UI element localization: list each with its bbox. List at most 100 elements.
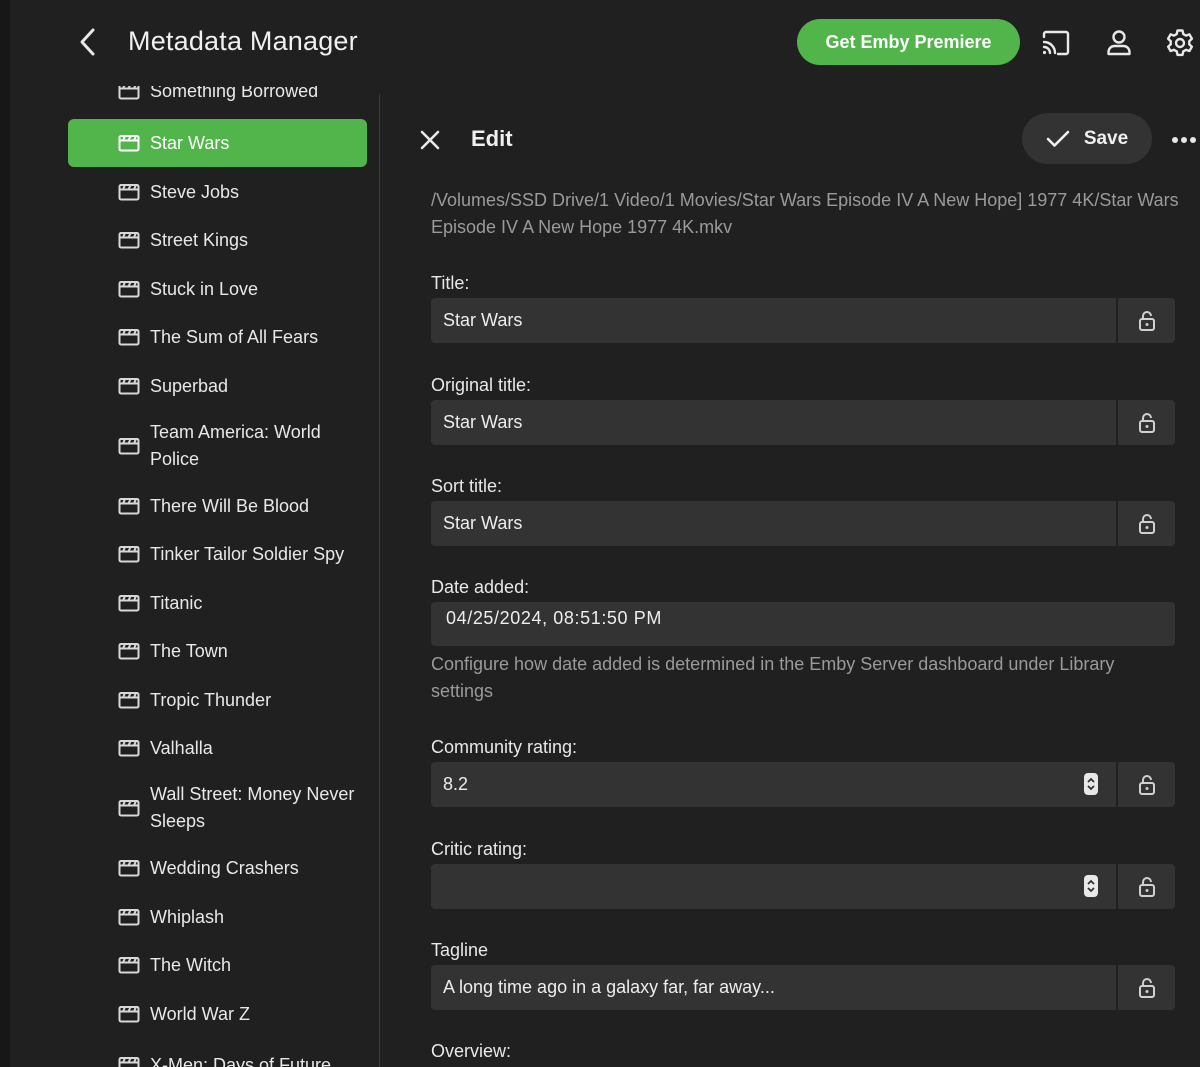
list-item[interactable]: Stuck in Love: [68, 265, 367, 313]
file-path: /Volumes/SSD Drive/1 Video/1 Movies/Star…: [431, 190, 1179, 237]
lock-original-title-button[interactable]: [1118, 400, 1175, 445]
list-item-label: Stuck in Love: [150, 278, 259, 299]
sidebar-divider: [379, 94, 380, 1067]
lock-icon: [1138, 774, 1155, 795]
list-item-label: Tropic Thunder: [150, 689, 272, 710]
title-label: Title:: [431, 273, 470, 293]
list-item[interactable]: Titanic: [68, 579, 367, 627]
movie-icon: [118, 438, 140, 455]
date-added-label: Date added:: [431, 577, 530, 597]
list-item-label: Whiplash: [150, 906, 225, 927]
movie-icon: [118, 1006, 140, 1023]
movie-icon: [118, 86, 140, 100]
movie-icon: [118, 643, 140, 660]
date-added-field-container: [431, 602, 1175, 646]
list-item[interactable]: The Sum of All Fears: [68, 313, 367, 361]
list-item[interactable]: X-Men: Days of Future: [68, 1041, 367, 1067]
left-edge-bar: [0, 0, 10, 1067]
sort-title-field-container: [431, 501, 1175, 546]
list-item-label: Superbad: [150, 375, 229, 396]
lock-icon: [1138, 412, 1155, 433]
list-item-label: Steve Jobs: [150, 181, 240, 202]
list-item-label: Team America: World Police: [150, 422, 321, 469]
date-added-input[interactable]: [431, 602, 1175, 632]
list-item-label: The Town: [150, 640, 228, 661]
stepper-arrows-icon: [1087, 777, 1095, 791]
community-rating-label: Community rating:: [431, 737, 578, 757]
back-button[interactable]: [70, 24, 106, 60]
date-added-help: Configure how date added is determined i…: [431, 654, 1115, 701]
list-item[interactable]: Tropic Thunder: [68, 676, 367, 724]
community-rating-stepper[interactable]: [1084, 773, 1098, 795]
lock-icon: [1138, 513, 1155, 534]
close-icon: [420, 130, 440, 150]
edit-title: Edit: [471, 126, 513, 151]
list-item-label: The Sum of All Fears: [150, 326, 319, 347]
save-button[interactable]: Save: [1022, 113, 1152, 164]
critic-rating-field-container: [431, 864, 1175, 909]
tagline-input[interactable]: [431, 965, 1111, 1010]
list-item-label: There Will Be Blood: [150, 495, 310, 516]
more-options-button[interactable]: [1168, 122, 1200, 158]
list-item-label: Star Wars: [150, 132, 230, 153]
checkmark-icon: [1046, 130, 1070, 147]
movie-icon: [118, 329, 140, 346]
close-edit-button[interactable]: [412, 122, 448, 158]
user-icon: [1107, 30, 1131, 56]
list-item-label: Valhalla: [150, 737, 213, 758]
movie-icon: [118, 232, 140, 249]
movie-icon: [118, 800, 140, 817]
movie-icon: [118, 595, 140, 612]
lock-community-rating-button[interactable]: [1118, 762, 1175, 807]
lock-title-button[interactable]: [1118, 298, 1175, 343]
list-item[interactable]: Team America: World Police: [68, 416, 367, 476]
overview-label: Overview:: [431, 1041, 512, 1061]
lock-critic-rating-button[interactable]: [1118, 864, 1175, 909]
list-item[interactable]: Tinker Tailor Soldier Spy: [68, 530, 367, 578]
list-item-selected[interactable]: Star Wars: [68, 119, 367, 167]
lock-tagline-button[interactable]: [1118, 965, 1175, 1010]
movie-icon: [118, 740, 140, 757]
list-item[interactable]: Whiplash: [68, 893, 367, 941]
settings-button[interactable]: [1161, 24, 1199, 62]
cast-button[interactable]: [1037, 24, 1075, 62]
title-input[interactable]: [431, 298, 1111, 343]
app-header: Metadata Manager Get Emby Premiere: [10, 0, 1200, 86]
lock-sort-title-button[interactable]: [1118, 501, 1175, 546]
page-title: Metadata Manager: [128, 26, 358, 56]
list-item[interactable]: Superbad: [68, 362, 367, 410]
title-field-container: [431, 298, 1175, 343]
original-title-input[interactable]: [431, 400, 1111, 445]
movie-icon: [118, 692, 140, 709]
movie-icon: [118, 184, 140, 201]
lock-icon: [1138, 310, 1155, 331]
sort-title-input[interactable]: [431, 501, 1111, 546]
cast-icon: [1042, 30, 1070, 56]
list-item[interactable]: Something Borrowed: [68, 86, 367, 106]
back-icon: [80, 28, 95, 56]
list-item[interactable]: Wedding Crashers: [68, 844, 367, 892]
list-item[interactable]: There Will Be Blood: [68, 482, 367, 530]
lock-icon: [1138, 876, 1155, 897]
sort-title-label: Sort title:: [431, 476, 503, 496]
list-item[interactable]: Street Kings: [68, 216, 367, 264]
movie-icon: [118, 546, 140, 563]
critic-rating-input[interactable]: [431, 864, 1071, 909]
list-item[interactable]: The Town: [68, 627, 367, 675]
movie-icon: [118, 498, 140, 515]
list-item[interactable]: Valhalla: [68, 724, 367, 772]
list-item[interactable]: The Witch: [68, 941, 367, 989]
community-rating-input[interactable]: [431, 762, 1071, 807]
community-rating-field-container: [431, 762, 1175, 807]
movie-icon: [118, 378, 140, 395]
critic-rating-label: Critic rating:: [431, 839, 528, 859]
list-item[interactable]: Steve Jobs: [68, 168, 367, 216]
list-item-label: Something Borrowed: [150, 86, 319, 101]
list-item[interactable]: World War Z: [68, 990, 367, 1038]
user-button[interactable]: [1100, 24, 1138, 62]
list-item[interactable]: Wall Street: Money Never Sleeps: [68, 778, 367, 838]
movie-icon: [118, 1057, 140, 1067]
critic-rating-stepper[interactable]: [1084, 875, 1098, 897]
get-premiere-button[interactable]: Get Emby Premiere: [797, 19, 1020, 65]
list-item-label: Wedding Crashers: [150, 857, 299, 878]
